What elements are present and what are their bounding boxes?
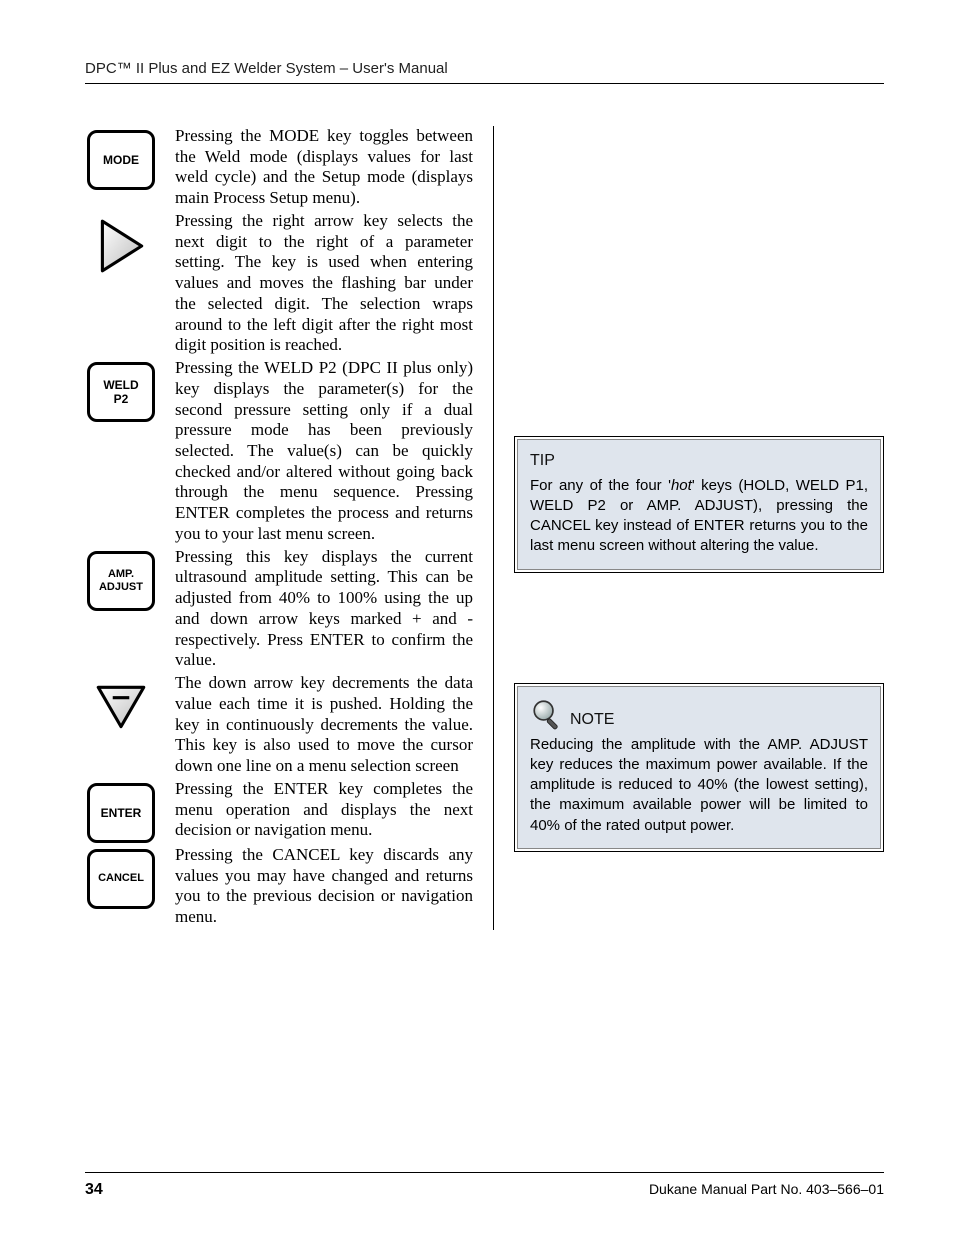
weld-p2-description: Pressing the WELD P2 (DPC II plus only) … — [175, 358, 473, 545]
key-icon-col: ENTER — [85, 779, 157, 843]
note-body: Reducing the amplitude with the AMP. ADJ… — [530, 736, 868, 834]
entry-down-arrow: The down arrow key decrements the data v… — [85, 673, 473, 777]
page-footer: 34 Dukane Manual Part No. 403–566–01 — [85, 1172, 884, 1199]
amp-adjust-description: Pressing this key displays the current u… — [175, 547, 473, 671]
note-inner: NOTE Reducing the amplitude with the AMP… — [517, 686, 881, 849]
entry-weld-p2: WELD P2 Pressing the WELD P2 (DPC II plu… — [85, 358, 473, 545]
down-arrow-description: The down arrow key decrements the data v… — [175, 673, 473, 777]
amp-adjust-key-icon: AMP. ADJUST — [87, 551, 155, 611]
left-column: MODE Pressing the MODE key toggles betwe… — [85, 126, 473, 930]
tip-body-pre: For any of the four ' — [530, 477, 671, 494]
down-arrow-icon — [90, 677, 152, 739]
mode-key-icon: MODE — [87, 130, 155, 190]
entry-cancel: CANCEL Pressing the CANCEL key discards … — [85, 845, 473, 928]
key-icon-col: AMP. ADJUST — [85, 547, 157, 611]
page-header: DPC™ II Plus and EZ Welder System – User… — [85, 60, 884, 84]
key-icon-col: CANCEL — [85, 845, 157, 909]
key-icon-col — [85, 673, 157, 739]
enter-key-icon: ENTER — [87, 783, 155, 843]
content-columns: MODE Pressing the MODE key toggles betwe… — [85, 126, 884, 930]
weld-p2-key-icon: WELD P2 — [87, 362, 155, 422]
right-arrow-icon — [90, 215, 152, 277]
right-column: TIP For any of the four 'hot' keys (HOLD… — [493, 126, 884, 930]
magnifier-icon — [530, 697, 564, 731]
tip-callout: TIP For any of the four 'hot' keys (HOLD… — [514, 436, 884, 573]
cancel-description: Pressing the CANCEL key discards any val… — [175, 845, 473, 928]
note-title-row: NOTE — [530, 697, 868, 731]
entry-enter: ENTER Pressing the ENTER key completes t… — [85, 779, 473, 843]
mode-description: Pressing the MODE key toggles between th… — [175, 126, 473, 209]
entry-right-arrow: Pressing the right arrow key selects the… — [85, 211, 473, 356]
right-arrow-description: Pressing the right arrow key selects the… — [175, 211, 473, 356]
key-icon-col: WELD P2 — [85, 358, 157, 422]
manual-page: DPC™ II Plus and EZ Welder System – User… — [0, 0, 954, 1235]
tip-title: TIP — [530, 450, 868, 472]
key-icon-col: MODE — [85, 126, 157, 190]
note-title: NOTE — [570, 709, 614, 731]
entry-mode: MODE Pressing the MODE key toggles betwe… — [85, 126, 473, 209]
tip-inner: TIP For any of the four 'hot' keys (HOLD… — [517, 439, 881, 570]
page-number: 34 — [85, 1181, 103, 1199]
manual-part-number: Dukane Manual Part No. 403–566–01 — [649, 1181, 884, 1199]
enter-description: Pressing the ENTER key completes the men… — [175, 779, 473, 841]
entry-amp-adjust: AMP. ADJUST Pressing this key displays t… — [85, 547, 473, 671]
tip-body-hot: hot — [671, 477, 692, 494]
note-callout: NOTE Reducing the amplitude with the AMP… — [514, 683, 884, 852]
key-icon-col — [85, 211, 157, 277]
cancel-key-icon: CANCEL — [87, 849, 155, 909]
